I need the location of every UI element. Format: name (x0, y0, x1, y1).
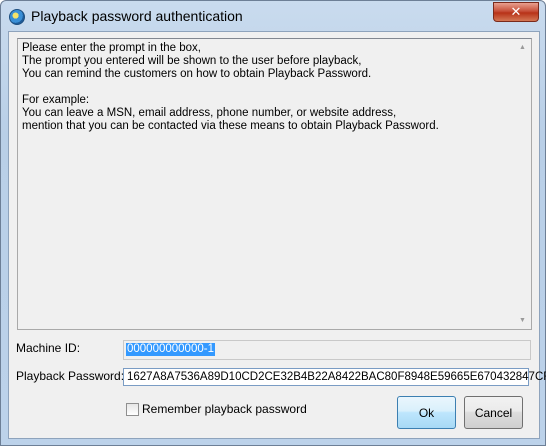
ok-button[interactable]: Ok (397, 396, 456, 429)
remember-password-label[interactable]: Remember playback password (142, 402, 307, 416)
machine-id-value: 000000000000-1 (126, 343, 215, 356)
remember-password-checkbox[interactable] (126, 403, 139, 416)
dialog-body: Please enter the prompt in the box, The … (8, 31, 546, 439)
machine-id-field[interactable]: 000000000000-1 (123, 340, 531, 360)
close-icon: ✕ (510, 4, 522, 19)
playback-password-label: Playback Password: (16, 369, 125, 383)
machine-id-label: Machine ID: (16, 341, 81, 355)
title-bar: Playback password authentication ✕ (1, 1, 545, 31)
prompt-textarea[interactable]: Please enter the prompt in the box, The … (17, 38, 532, 330)
scroll-up-arrow-icon[interactable]: ▲ (514, 39, 531, 56)
cancel-button[interactable]: Cancel (464, 396, 523, 429)
scroll-down-arrow-icon[interactable]: ▼ (514, 312, 531, 329)
close-button[interactable]: ✕ (493, 2, 539, 22)
prompt-text: Please enter the prompt in the box, The … (22, 42, 439, 132)
dialog-window: Playback password authentication ✕ Pleas… (0, 0, 546, 446)
window-title: Playback password authentication (31, 8, 243, 24)
vertical-scrollbar[interactable]: ▲ ▼ (514, 39, 531, 329)
app-icon (9, 9, 25, 25)
playback-password-input[interactable]: 1627A8A7536A89D10CD2CE32B4B22A8422BAC80F… (123, 368, 546, 386)
